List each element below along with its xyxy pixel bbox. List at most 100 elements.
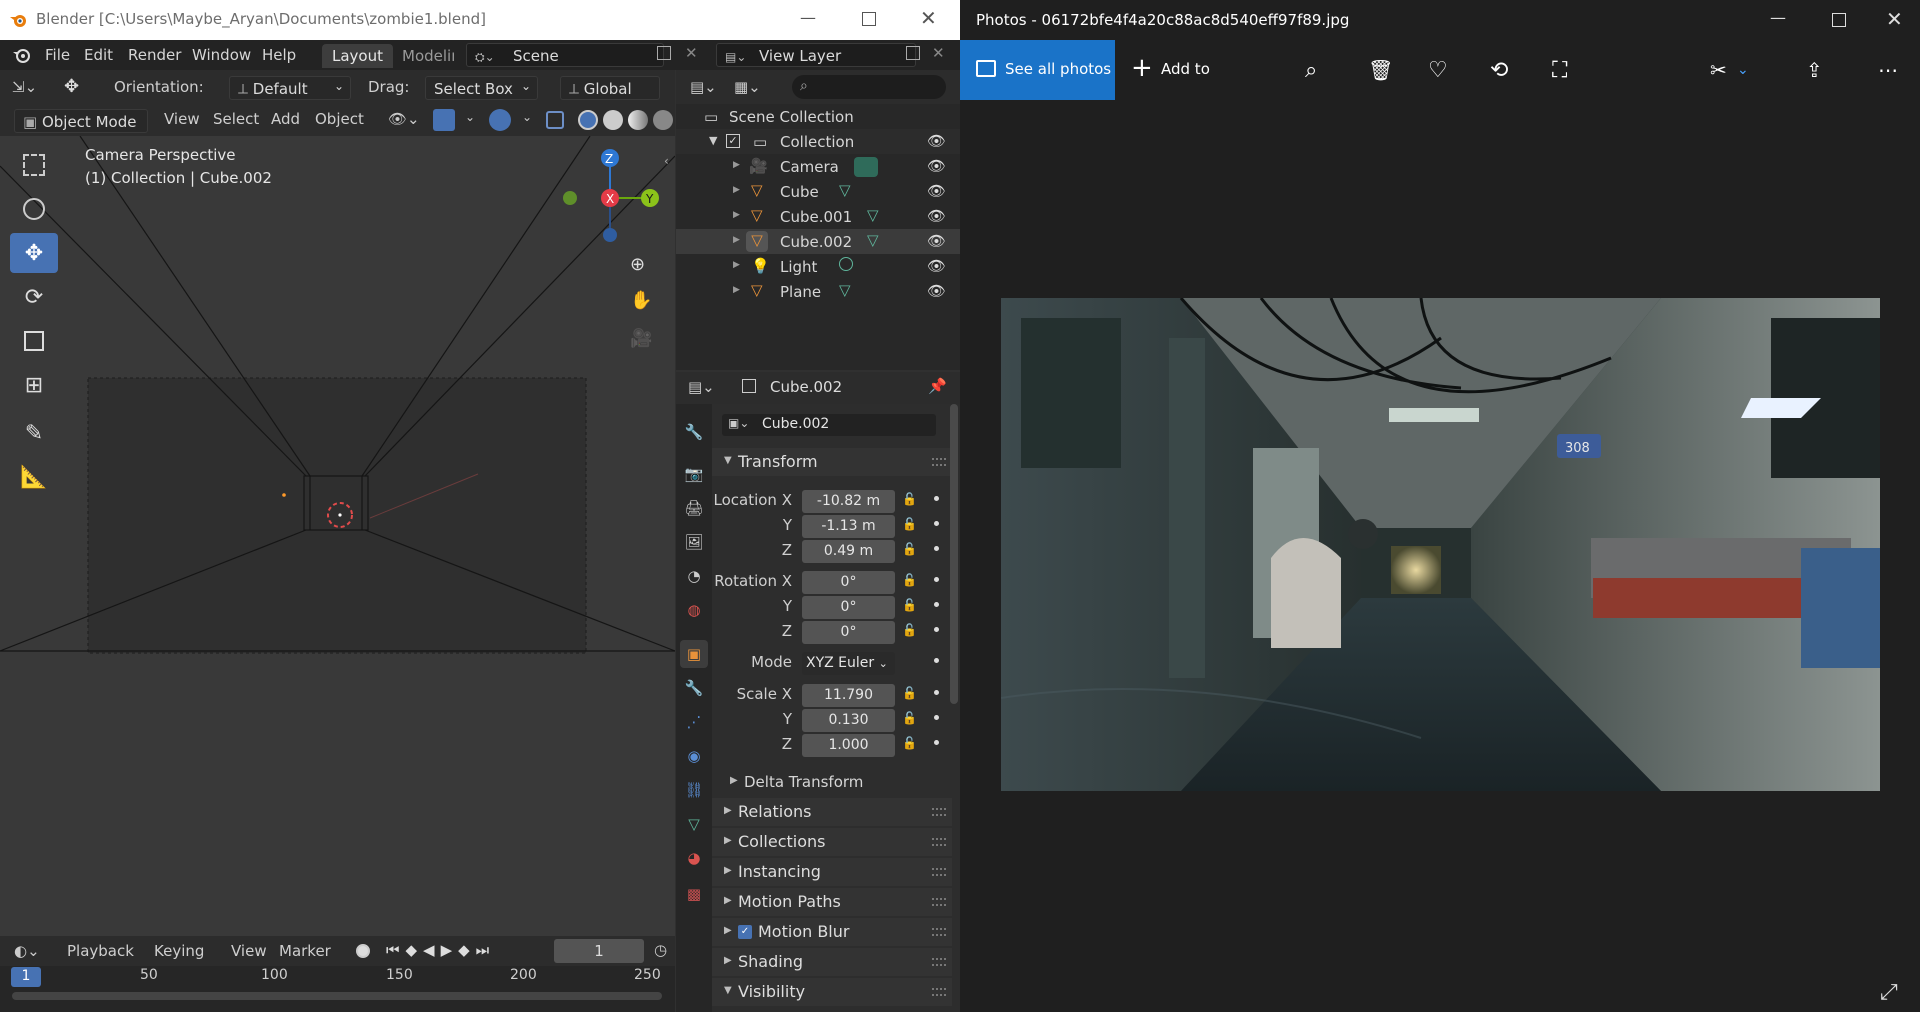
rotate-tool[interactable]: ⟳ <box>10 277 58 317</box>
rendered-shading-icon[interactable] <box>653 110 673 130</box>
outliner-row-cube[interactable]: ▶ ▽ Cube ▽ 👁 <box>676 179 960 204</box>
minimize-icon[interactable]: — <box>800 8 816 27</box>
checkbox-icon[interactable]: ✓ <box>738 925 752 939</box>
motion-paths-panel-header[interactable]: ▶ Motion Paths <box>712 888 952 916</box>
camera-view-icon[interactable]: 🎥 <box>630 328 652 349</box>
lock-icon[interactable]: 🔓 <box>902 686 917 700</box>
checkbox-icon[interactable]: ✓ <box>726 134 740 148</box>
editor-type-icon[interactable]: ◐⌄ <box>14 942 40 960</box>
edit-tools-icon[interactable]: ✂ <box>1710 58 1736 84</box>
expand-arrow-icon[interactable]: ▶ <box>733 235 740 245</box>
move-tool-icon[interactable]: ✥ <box>64 76 79 97</box>
keyframe-dot-icon[interactable] <box>934 521 939 526</box>
lock-icon[interactable]: 🔓 <box>902 492 917 506</box>
location-x-field[interactable]: -10.82 m <box>802 490 895 513</box>
new-view-layer-icon[interactable] <box>906 46 920 60</box>
keyframe-dot-icon[interactable] <box>934 602 939 607</box>
favorite-heart-icon[interactable]: ♡ <box>1428 58 1454 84</box>
outliner-search-input[interactable]: ⌕ <box>792 75 946 99</box>
chevron-down-icon[interactable]: ⌄ <box>522 110 532 124</box>
material-tab-icon[interactable]: ◕ <box>680 844 708 872</box>
photo-image[interactable]: 308 <box>1001 298 1880 791</box>
mesh-data-icon[interactable]: ▽ <box>867 231 879 249</box>
keyframe-dot-icon[interactable] <box>934 577 939 582</box>
rotation-mode-dropdown[interactable]: XYZ Euler ⌄ <box>802 652 895 675</box>
solid-shading-icon[interactable] <box>603 110 623 130</box>
material-shading-icon[interactable] <box>628 110 648 130</box>
keyframe-dot-icon[interactable] <box>934 546 939 551</box>
delete-scene-icon[interactable]: ✕ <box>685 44 698 62</box>
minimize-icon[interactable]: — <box>1770 8 1786 27</box>
world-tab-icon[interactable]: ◍ <box>680 596 708 624</box>
move-tool[interactable]: ✥ <box>10 233 58 273</box>
timeline-menu-marker[interactable]: Marker <box>279 942 331 960</box>
transform-tool[interactable]: ⊞ <box>10 365 58 405</box>
motion-blur-panel-header[interactable]: ▶ ✓ Motion Blur <box>712 918 952 946</box>
lock-icon[interactable]: 🔓 <box>902 623 917 637</box>
delta-transform-subpanel[interactable]: ▶ Delta Transform <box>722 769 936 795</box>
transform-tool-icon[interactable]: ⇲⌄ <box>12 78 37 96</box>
object-tab-icon[interactable]: ▣ <box>680 640 708 668</box>
menu-help[interactable]: Help <box>262 46 296 64</box>
timeline-menu-keying[interactable]: Keying <box>154 942 204 960</box>
tab-modeling[interactable]: Modeling <box>392 44 454 68</box>
drag-grip-icon[interactable] <box>932 928 946 936</box>
drag-grip-icon[interactable] <box>932 458 946 466</box>
zoom-icon[interactable]: ⌕ <box>1305 58 1331 84</box>
expand-arrow-icon[interactable]: ▶ <box>733 260 740 270</box>
pin-icon[interactable]: 📌 <box>928 377 947 395</box>
more-options-icon[interactable]: ⋯ <box>1878 58 1904 84</box>
visibility-eye-icon[interactable]: 👁 <box>927 207 946 225</box>
annotate-tool[interactable]: ✎ <box>10 413 58 453</box>
measure-tool[interactable]: 📐 <box>10 457 58 497</box>
expand-arrow-icon[interactable]: ▶ <box>733 160 740 170</box>
lock-icon[interactable]: 🔓 <box>902 736 917 750</box>
keyframe-dot-icon[interactable] <box>934 740 939 745</box>
zoom-icon[interactable]: ⊕ <box>630 254 645 275</box>
drag-grip-icon[interactable] <box>932 958 946 966</box>
scene-tab-icon[interactable]: ◔ <box>680 562 708 590</box>
orientation-dropdown[interactable]: ⟂ Default ⌄ <box>229 76 351 100</box>
blender-menu-logo-icon[interactable] <box>12 46 30 64</box>
visibility-eye-icon[interactable]: 👁 <box>927 132 946 150</box>
menu-edit[interactable]: Edit <box>84 46 113 64</box>
drag-grip-icon[interactable] <box>932 988 946 996</box>
see-all-photos-button[interactable]: See all photos <box>960 40 1115 100</box>
delete-icon[interactable]: 🗑 <box>1368 58 1394 84</box>
timeline-ruler[interactable]: 1 50 100 150 200 250 <box>0 966 675 1012</box>
outliner-editor-icon[interactable]: ▤⌄ <box>690 78 717 96</box>
keyframe-dot-icon[interactable] <box>934 496 939 501</box>
maximize-icon[interactable] <box>1832 13 1846 27</box>
visibility-eye-icon[interactable]: 👁 <box>927 257 946 275</box>
render-tab-icon[interactable]: 📷 <box>680 460 708 488</box>
timeline-menu-view[interactable]: View <box>231 942 267 960</box>
outliner-row-cube-002[interactable]: ▶ ▽ Cube.002 ▽ 👁 <box>676 229 960 254</box>
viewport-menu-add[interactable]: Add <box>271 110 300 128</box>
location-z-field[interactable]: 0.49 m <box>802 540 895 563</box>
visibility-eye-icon[interactable]: 👁 <box>927 232 946 250</box>
keyframe-dot-icon[interactable] <box>934 690 939 695</box>
outliner-row-collection[interactable]: ▼ ✓ ▭ Collection 👁 <box>676 129 960 154</box>
pan-hand-icon[interactable]: ✋ <box>630 290 652 311</box>
lock-icon[interactable]: 🔓 <box>902 542 917 556</box>
visibility-eye-icon[interactable]: 👁 <box>927 157 946 175</box>
data-tab-icon[interactable]: ▽ <box>680 810 708 838</box>
close-icon[interactable]: ✕ <box>920 6 937 30</box>
lock-icon[interactable]: 🔓 <box>902 711 917 725</box>
expand-arrow-icon[interactable]: ▶ <box>733 185 740 195</box>
scene-selector[interactable]: ⛭⌄ Scene <box>466 43 664 67</box>
relations-panel-header[interactable]: ▶ Relations <box>712 798 952 826</box>
transform-panel-header[interactable]: ▼ Transform <box>712 448 952 476</box>
timeline-menu-playback[interactable]: Playback <box>67 942 134 960</box>
scale-y-field[interactable]: 0.130 <box>802 709 895 732</box>
view-layer-tab-icon[interactable]: 🖼 <box>680 528 708 556</box>
modifiers-tab-icon[interactable]: 🔧 <box>680 674 708 702</box>
fullscreen-expand-icon[interactable]: ⤢ <box>1880 980 1898 1005</box>
mesh-data-icon[interactable]: ▽ <box>867 206 879 224</box>
chevron-down-icon[interactable]: ⌄ <box>1737 62 1763 88</box>
expand-arrow-icon[interactable]: ▶ <box>733 285 740 295</box>
light-data-icon[interactable] <box>839 257 853 271</box>
record-icon[interactable] <box>356 944 370 958</box>
scale-tool[interactable] <box>10 321 58 361</box>
drag-grip-icon[interactable] <box>932 898 946 906</box>
